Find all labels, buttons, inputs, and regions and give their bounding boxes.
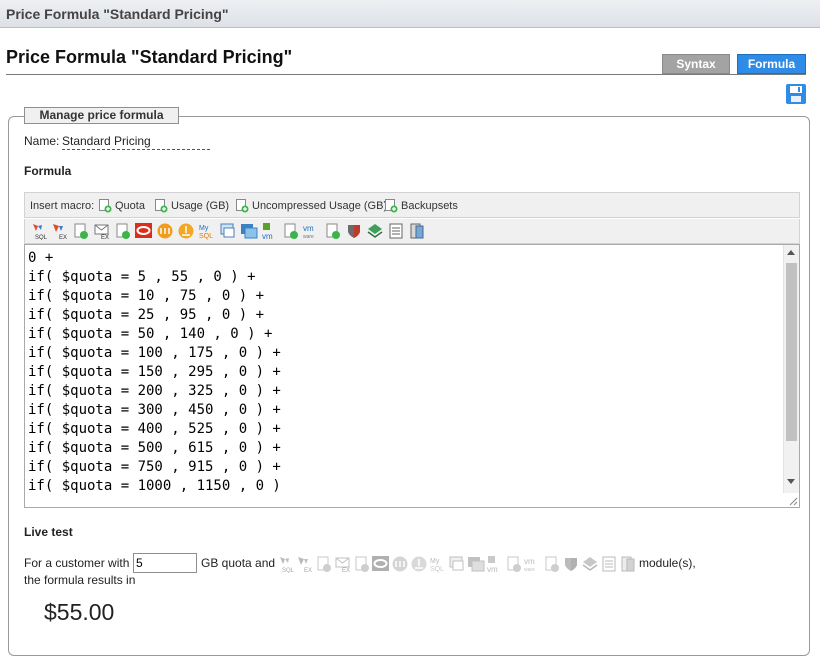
name-field[interactable]: Standard Pricing bbox=[62, 134, 210, 150]
generic-module-icon[interactable] bbox=[114, 222, 132, 240]
svg-text:vm: vm bbox=[303, 224, 314, 233]
live-test-result-label: the formula results in bbox=[24, 573, 136, 587]
generic-module-icon[interactable] bbox=[324, 222, 342, 240]
module-toggle-server-icon[interactable] bbox=[619, 555, 637, 573]
module-toggle-generic-module-icon[interactable] bbox=[315, 555, 333, 573]
module-toggle-vmware-icon[interactable]: vm bbox=[486, 555, 504, 574]
title-divider bbox=[6, 74, 806, 75]
mysql-icon[interactable]: My SQL bbox=[198, 222, 216, 240]
svg-text:SQL: SQL bbox=[199, 233, 213, 240]
scroll-down-icon[interactable] bbox=[787, 479, 795, 484]
mail-exchange-icon[interactable]: EX bbox=[93, 222, 111, 241]
module-toggle-system-state-icon[interactable] bbox=[448, 555, 466, 573]
module-toggle-hyperv-icon[interactable] bbox=[467, 555, 485, 573]
add-macro-icon bbox=[384, 199, 398, 213]
module-toggle-mssql-icon[interactable]: SQL bbox=[277, 555, 295, 574]
page-title: Price Formula "Standard Pricing" bbox=[6, 47, 293, 67]
module-toggle-generic-module-icon[interactable] bbox=[505, 555, 523, 573]
tab-formula[interactable]: Formula bbox=[737, 54, 806, 74]
module-toggle-mail-exchange-icon[interactable]: EX bbox=[334, 555, 352, 574]
svg-text:SQL: SQL bbox=[282, 568, 295, 573]
module-toggle-vmware-label-icon[interactable]: vm ware bbox=[524, 555, 542, 573]
tab-syntax[interactable]: Syntax bbox=[662, 54, 730, 74]
svg-text:My: My bbox=[430, 558, 440, 565]
svg-text:SQL: SQL bbox=[430, 566, 444, 573]
module-toggle-document-icon[interactable] bbox=[600, 555, 618, 573]
module-toggle-generic-module-icon[interactable] bbox=[353, 555, 371, 573]
editor-scrollbar[interactable] bbox=[783, 245, 799, 493]
module-toggle-layers-icon[interactable] bbox=[581, 555, 599, 573]
macro-quota[interactable]: Quota bbox=[98, 197, 145, 215]
vmware-icon[interactable]: vm bbox=[261, 222, 279, 241]
quota-input[interactable] bbox=[133, 553, 197, 573]
macro-uncompressed-usage[interactable]: Uncompressed Usage (GB) bbox=[235, 197, 387, 215]
save-button[interactable] bbox=[786, 84, 806, 104]
vmware-label-icon[interactable]: vm ware bbox=[303, 222, 321, 240]
cyan-module-icon[interactable] bbox=[156, 222, 174, 240]
add-macro-icon bbox=[235, 199, 249, 213]
ms-exchange-icon[interactable]: EX bbox=[51, 222, 69, 241]
module-toggle-generic-module-icon[interactable] bbox=[543, 555, 561, 573]
server-icon[interactable] bbox=[408, 222, 426, 240]
scroll-thumb[interactable] bbox=[786, 263, 797, 441]
shield-icon[interactable] bbox=[345, 222, 363, 240]
window-titlebar: Price Formula "Standard Pricing" bbox=[0, 0, 820, 28]
oracle-icon[interactable] bbox=[135, 222, 153, 240]
svg-text:vm: vm bbox=[262, 232, 273, 240]
svg-text:ware: ware bbox=[303, 234, 314, 240]
svg-text:ware: ware bbox=[524, 567, 535, 573]
macro-label: Usage (GB) bbox=[171, 200, 230, 212]
live-test-suffix: module(s), bbox=[639, 556, 696, 570]
office365-icon[interactable] bbox=[177, 222, 195, 240]
macro-usage[interactable]: Usage (GB) bbox=[154, 197, 229, 215]
svg-text:vm: vm bbox=[487, 565, 498, 573]
layers-icon[interactable] bbox=[366, 222, 384, 240]
resize-grip-icon[interactable] bbox=[786, 494, 798, 506]
scroll-up-icon[interactable] bbox=[787, 250, 795, 255]
live-test-middle: GB quota and bbox=[201, 556, 276, 570]
macro-label: Quota bbox=[115, 200, 145, 212]
svg-text:EX: EX bbox=[342, 568, 350, 573]
result-price: $55.00 bbox=[44, 599, 115, 625]
document-icon[interactable] bbox=[387, 222, 405, 240]
module-selector: SQL EX EX My SQL vm vm ware bbox=[277, 554, 637, 574]
macro-bar: Insert macro: Quota Usage (GB) Uncompres… bbox=[24, 192, 800, 218]
module-toggle-mysql-icon[interactable]: My SQL bbox=[429, 555, 447, 573]
insert-macro-label: Insert macro: bbox=[30, 200, 95, 212]
formula-text[interactable]: 0 + if( $quota = 5 , 55 , 0 ) + if( $quo… bbox=[28, 249, 281, 496]
live-test-label: Live test bbox=[24, 525, 73, 539]
formula-label: Formula bbox=[24, 164, 72, 178]
svg-text:EX: EX bbox=[304, 568, 312, 573]
svg-text:My: My bbox=[199, 225, 209, 232]
svg-text:vm: vm bbox=[524, 557, 535, 566]
mssql-icon[interactable]: SQL bbox=[30, 222, 48, 241]
module-toggle-shield-icon[interactable] bbox=[562, 555, 580, 573]
generic-module-icon[interactable] bbox=[72, 222, 90, 240]
module-toggle-ms-exchange-icon[interactable]: EX bbox=[296, 555, 314, 574]
formula-editor[interactable]: 0 + if( $quota = 5 , 55 , 0 ) + if( $quo… bbox=[24, 244, 800, 508]
generic-module-icon[interactable] bbox=[282, 222, 300, 240]
add-macro-icon bbox=[154, 199, 168, 213]
module-toggle-office365-icon[interactable] bbox=[410, 555, 428, 573]
module-toggle-cyan-module-icon[interactable] bbox=[391, 555, 409, 573]
hyperv-icon[interactable] bbox=[240, 222, 258, 240]
window-title: Price Formula "Standard Pricing" bbox=[6, 6, 229, 22]
svg-text:EX: EX bbox=[101, 235, 109, 240]
svg-text:EX: EX bbox=[59, 235, 67, 240]
name-label: Name: bbox=[24, 134, 60, 148]
save-icon bbox=[786, 84, 806, 104]
macro-label: Backupsets bbox=[401, 200, 458, 212]
live-test-prefix: For a customer with bbox=[24, 556, 130, 570]
add-macro-icon bbox=[98, 199, 112, 213]
module-toolbar: SQL EX EX My SQL vm vm ware bbox=[24, 219, 800, 244]
module-toggle-oracle-icon[interactable] bbox=[372, 555, 390, 573]
system-state-icon[interactable] bbox=[219, 222, 237, 240]
macro-label: Uncompressed Usage (GB) bbox=[252, 200, 388, 212]
macro-backupsets[interactable]: Backupsets bbox=[384, 197, 458, 215]
svg-text:SQL: SQL bbox=[35, 235, 48, 240]
panel-legend: Manage price formula bbox=[24, 107, 179, 124]
